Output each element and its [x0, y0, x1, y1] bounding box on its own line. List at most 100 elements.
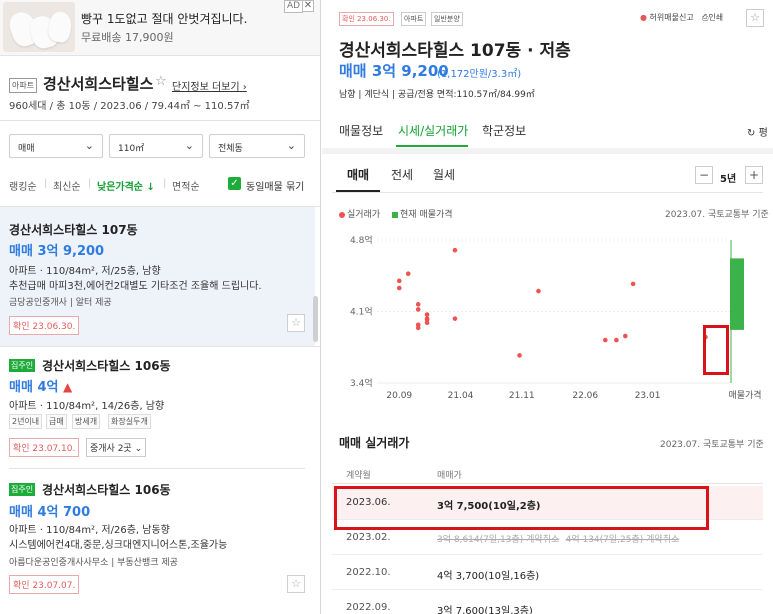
ad-subtitle: 무료배송 17,900원: [81, 31, 174, 44]
deal-type-select[interactable]: 매매 ⌄: [9, 134, 103, 158]
row-date: 2023.02.: [346, 532, 391, 543]
report-button[interactable]: ● 허위매물신고: [640, 12, 694, 23]
ad-image[interactable]: [3, 2, 75, 52]
same-listing-checkbox[interactable]: ✓: [228, 177, 241, 190]
data-point: [415, 322, 421, 328]
highlight-box-row: [334, 486, 709, 530]
sort-ranking[interactable]: 랭킹순: [9, 178, 37, 193]
detail-title: 경산서희스타힐스 107동 · 저층: [339, 41, 571, 61]
price-chart: 4.8억 4.1억 3.4억 20.09 21.04 21.11 22.06 23.01 매물가…: [350, 234, 762, 401]
data-point: [614, 337, 619, 343]
listing-title[interactable]: 경산서희스타힐스 106동: [42, 357, 171, 374]
data-point: [452, 316, 458, 321]
row-price: 3억 7,600(13일,3층): [437, 606, 533, 614]
table-row[interactable]: 2022.10. 4억 3,700(10일,16층): [332, 556, 763, 590]
area-value: 110㎡: [118, 144, 145, 154]
star-icon[interactable]: ☆: [287, 314, 305, 332]
x-tick-label: 23.01: [635, 391, 661, 401]
ad-title[interactable]: 빵꾸 1도없고 절대 안벗겨집니다.: [81, 10, 247, 27]
x-tick-label: 22.06: [572, 391, 598, 401]
legend-current: 현재 매물가격: [392, 207, 453, 220]
detail-price-per-area: (1,172만원/3.3㎡): [437, 69, 522, 80]
tab-school-info[interactable]: 학군정보: [482, 122, 526, 139]
row-price: 4억 3,700(10일,16층): [437, 571, 540, 582]
deal-type-value: 매매: [18, 144, 35, 154]
data-point: [396, 285, 402, 291]
x-tick-label: 21.11: [509, 391, 535, 401]
tab-listing-info[interactable]: 매물정보: [339, 122, 383, 139]
dong-value: 전체동: [218, 144, 243, 154]
col-date: 계약월: [346, 471, 371, 481]
sort-lowest-price[interactable]: 낮은가격순 ↓: [97, 178, 155, 193]
listing-price: 매매 4억 700: [9, 505, 91, 520]
confirm-tag: 확인 23.06.30.: [339, 12, 394, 26]
listing-item[interactable]: 경산서희스타힐스 107동 매매 3억 9,200 아파트 · 110/84m²…: [0, 207, 315, 346]
active-tab-indicator: [396, 145, 468, 147]
tab-price-history[interactable]: 시세/실거래가: [398, 122, 468, 139]
confirm-badge: 확인 23.06.30.: [9, 316, 80, 335]
listing-item[interactable]: 집주인 경산서희스타힐스 106동 매매 4억 ▲ 아파트 · 110/84m²…: [0, 347, 315, 467]
x-tick-label: 20.09: [386, 391, 412, 401]
y-tick-label: 4.1억: [350, 306, 373, 318]
legend-real: 실거래가: [339, 207, 380, 220]
data-point: [405, 271, 411, 277]
dong-select[interactable]: 전체동 ⌄: [209, 134, 305, 158]
listing-price: 매매 3억 9,200: [9, 244, 105, 259]
listing-title[interactable]: 경산서희스타힐스 106동: [42, 481, 171, 498]
minus-icon[interactable]: −: [695, 166, 713, 184]
refresh-icon: ↻: [747, 128, 756, 139]
complex-meta: 960세대 / 총 10동 / 2023.06 / 79.44㎡ ~ 110.5…: [9, 101, 250, 112]
chart-source: 2023.07. 국토교통부 기준: [665, 210, 769, 220]
subtab-jeonse[interactable]: 전세: [391, 166, 413, 183]
deals-source: 2023.07. 국토교통부 기준: [660, 440, 764, 450]
complex-name: 경산서희스타힐스: [43, 75, 154, 93]
listing-agent: 아름다운공인중개사사무소 | 부동산뱅크 제공: [9, 558, 178, 568]
listing-item[interactable]: 집주인 경산서희스타힐스 106동 매매 4억 700 아파트 · 110/84…: [0, 469, 315, 609]
sort-separator: |: [163, 178, 167, 189]
sort-separator: |: [88, 178, 92, 189]
x-tick-label: 21.04: [448, 391, 474, 401]
listing-title[interactable]: 경산서희스타힐스 107동: [9, 221, 138, 238]
owner-badge: 집주인: [9, 359, 36, 372]
deals-title: 매매 실거래가: [339, 436, 410, 450]
square-icon: [392, 211, 398, 218]
type-tag: 아파트: [401, 12, 427, 26]
listing-desc: 추천급매 마피3천,에어컨2대별도 기타조건 조율해 드립니다.: [9, 281, 262, 292]
confirm-badge: 확인 23.07.07.: [9, 575, 80, 594]
row-date: 2022.09.: [346, 602, 391, 613]
subtab-sale[interactable]: 매매: [347, 166, 369, 183]
ad-banner[interactable]: 빵꾸 1도없고 절대 안벗겨집니다. 무료배송 17,900원 AD ✕: [0, 0, 320, 56]
chevron-down-icon: ⌄: [134, 444, 143, 454]
data-point: [517, 353, 522, 358]
complex-info-link[interactable]: 단지정보 더보기 ›: [172, 78, 247, 93]
sort-latest[interactable]: 최신순: [53, 178, 81, 193]
print-button[interactable]: ⎙인쇄: [702, 12, 723, 23]
divider: [332, 192, 763, 193]
star-icon[interactable]: ☆: [287, 575, 305, 593]
same-listing-label[interactable]: 동일매물 묶기: [246, 178, 304, 193]
detail-info: 남향 | 계단식 | 공급/전용 면적:110.57㎡/84.99㎡: [339, 90, 535, 100]
star-icon[interactable]: ☆: [155, 74, 167, 89]
plus-icon[interactable]: +: [745, 166, 763, 184]
siren-icon: ●: [640, 13, 647, 22]
chevron-right-icon: ›: [242, 82, 247, 93]
table-row[interactable]: 2022.09. 3억 7,600(13일,3층): [332, 591, 763, 614]
data-point: [602, 337, 608, 343]
chevron-down-icon: ⌄: [286, 139, 296, 152]
sale-type-tag: 일반분양: [431, 12, 463, 26]
chevron-down-icon: ⌄: [84, 139, 94, 152]
detail-panel: 확인 23.06.30. 아파트 일반분양 ● 허위매물신고 ⎙인쇄 ☆ 경산서…: [322, 0, 773, 614]
star-icon[interactable]: ☆: [746, 9, 764, 27]
row-price: 3억 8,614(7일,13층) 계약취소 4억 134(7일,25층) 계약취…: [437, 535, 680, 545]
agent-dropdown[interactable]: 중개사 2곳 ⌄: [86, 438, 147, 457]
scrollbar[interactable]: [313, 296, 318, 342]
subtab-monthly[interactable]: 월세: [433, 166, 455, 183]
area-select[interactable]: 110㎡ ⌄: [109, 134, 203, 158]
deals-table-header: 계약월 매매가: [332, 462, 763, 484]
chevron-down-icon: ⌄: [184, 139, 194, 152]
listing-desc: 시스템에어컨4대,중문,싱크대엔지니어스톤,조율가능: [9, 540, 228, 551]
sort-area[interactable]: 면적순: [172, 178, 200, 193]
close-icon[interactable]: ✕: [302, 0, 314, 12]
pyeong-toggle[interactable]: ↻ 평: [747, 124, 768, 139]
data-point: [424, 312, 430, 317]
